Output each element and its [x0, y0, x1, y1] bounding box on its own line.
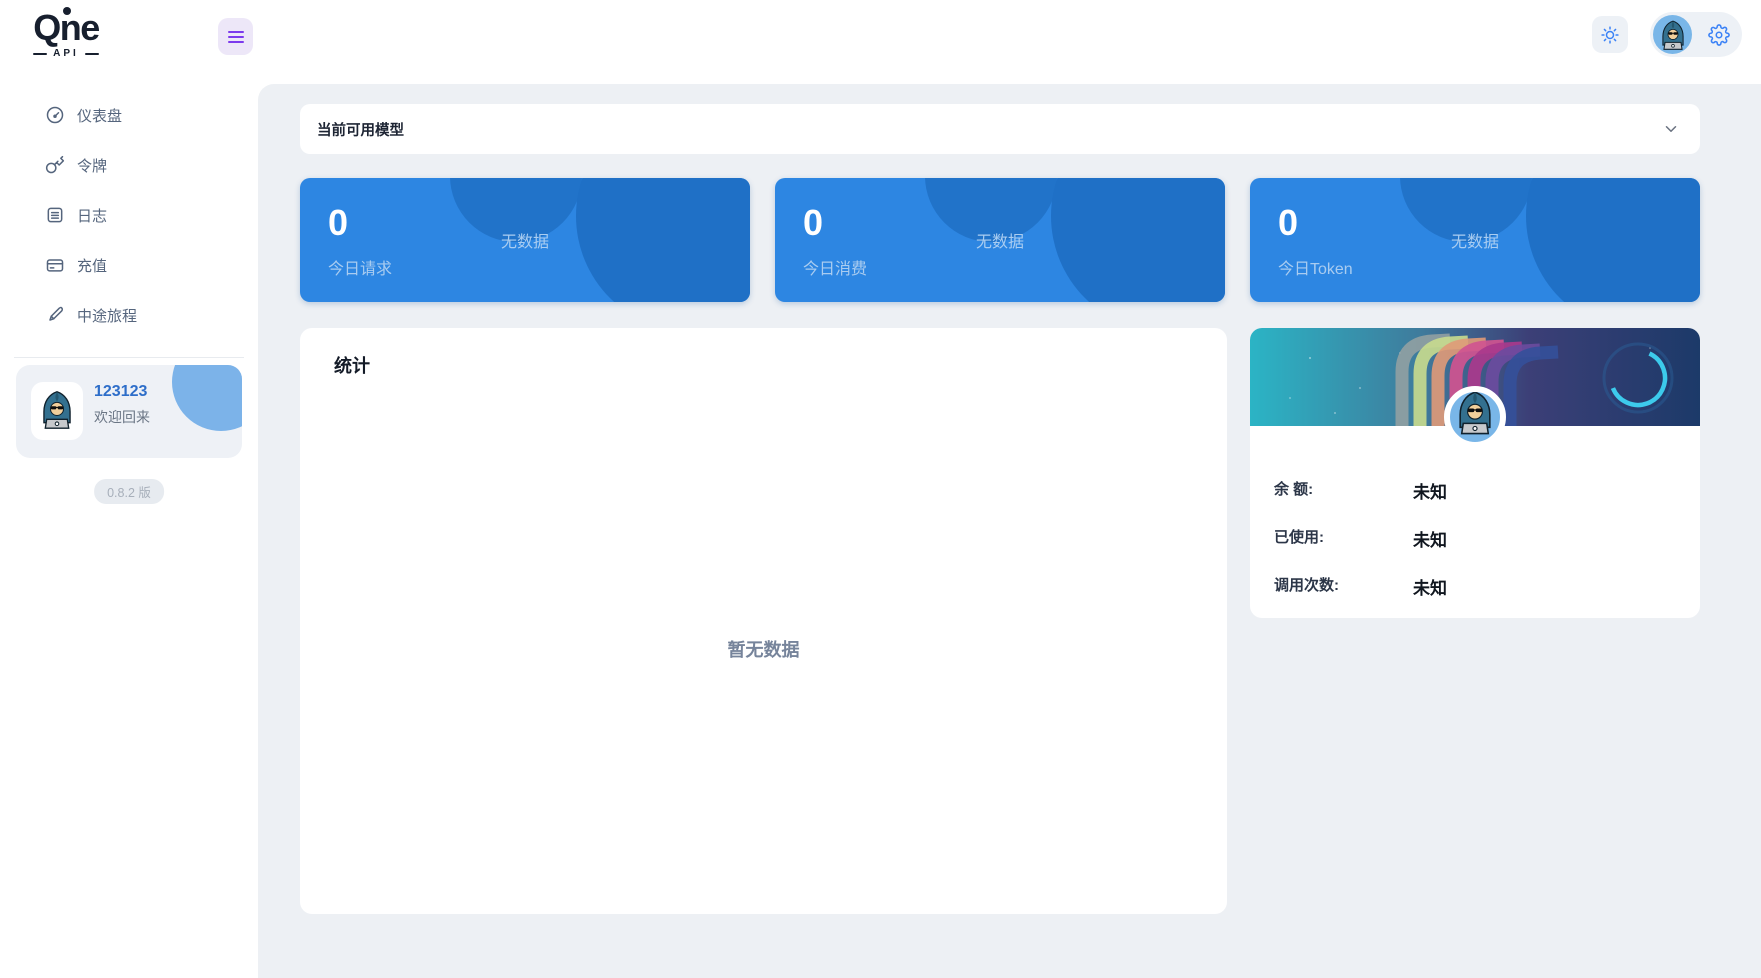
user-avatar [1444, 386, 1506, 448]
sidebar-user-card[interactable]: 123123 欢迎回来 [16, 365, 242, 458]
sidebar-item-logs[interactable]: 日志 [0, 190, 258, 240]
brush-icon [49, 306, 64, 321]
statistics-panel: 统计 暂无数据 [300, 328, 1227, 914]
stat-label: 今日请求 [328, 261, 393, 278]
sidebar-item-label: 日志 [77, 207, 108, 225]
sidebar-divider [14, 357, 244, 358]
menu-toggle-button[interactable] [218, 18, 253, 55]
row-value: 未知 [1413, 579, 1447, 598]
app-logo[interactable]: Qne API [20, 7, 112, 59]
stat-label: 今日Token [1278, 261, 1353, 278]
row-value: 未知 [1413, 483, 1447, 502]
row-label: 已使用: [1274, 529, 1324, 546]
account-summary-card: 余 额: 未知 已使用: 未知 调用次数: 未知 [1250, 328, 1700, 618]
calls-row: 调用次数: 未知 [1274, 574, 1676, 598]
sidebar-item-dashboard[interactable]: 仪表盘 [0, 90, 258, 140]
sidebar-item-label: 充值 [77, 257, 108, 275]
key-icon [45, 155, 65, 174]
sidebar-item-label: 仪表盘 [77, 107, 123, 125]
logo-dot [63, 7, 71, 15]
gear-icon [1708, 23, 1730, 46]
sidebar-nav: 仪表盘 令牌 日志 充值 中途旅程 [0, 90, 258, 340]
main-content: 当前可用模型 0 无数据 今日请求 0 无数据 今日消费 0 无数据 今日Tok… [258, 84, 1761, 978]
row-label: 余 额: [1274, 481, 1314, 498]
stat-card-tokens-today: 0 无数据 今日Token [1250, 178, 1700, 302]
credit-card-icon [46, 259, 64, 272]
panel-title: 统计 [334, 356, 370, 376]
accordion-title: 当前可用模型 [317, 122, 404, 139]
settings-button[interactable] [1708, 23, 1730, 46]
stat-card-spend-today: 0 无数据 今日消费 [775, 178, 1225, 302]
gauge-icon [46, 106, 64, 124]
menu-icon [227, 30, 244, 33]
used-row: 已使用: 未知 [1274, 526, 1676, 550]
greeting-text: 欢迎回来 [94, 409, 150, 425]
available-models-accordion[interactable]: 当前可用模型 [300, 104, 1700, 154]
username: 123123 [94, 383, 148, 400]
sidebar-item-topup[interactable]: 充值 [0, 240, 258, 290]
stat-card-requests-today: 0 无数据 今日请求 [300, 178, 750, 302]
row-label: 调用次数: [1274, 577, 1339, 594]
sidebar: Qne API 仪表盘 令牌 日志 充值 中途旅程 123123 欢迎回来 0.… [0, 0, 258, 978]
user-card-decoration [172, 365, 242, 431]
user-avatar [31, 382, 83, 440]
stat-empty-text: 无数据 [500, 234, 549, 251]
sun-icon [1601, 25, 1619, 44]
row-value: 未知 [1413, 531, 1447, 550]
stat-empty-text: 无数据 [1450, 234, 1499, 251]
user-avatar[interactable] [1653, 15, 1692, 54]
sidebar-item-label: 中途旅程 [77, 307, 138, 325]
theme-toggle-button[interactable] [1592, 16, 1628, 53]
log-icon [47, 207, 63, 223]
version-badge: 0.8.2 版 [94, 479, 164, 504]
sidebar-item-tokens[interactable]: 令牌 [0, 140, 258, 190]
user-menu [1650, 12, 1742, 57]
logo-text: Qne [33, 7, 100, 48]
logo-subtext: API [20, 48, 112, 59]
sidebar-item-midjourney[interactable]: 中途旅程 [0, 290, 258, 340]
stat-label: 今日消费 [803, 261, 868, 278]
balance-row: 余 额: 未知 [1274, 478, 1676, 502]
chevron-down-icon [1662, 120, 1680, 138]
no-data-text: 暂无数据 [727, 640, 800, 660]
sidebar-item-label: 令牌 [77, 157, 108, 175]
stat-empty-text: 无数据 [975, 234, 1024, 251]
